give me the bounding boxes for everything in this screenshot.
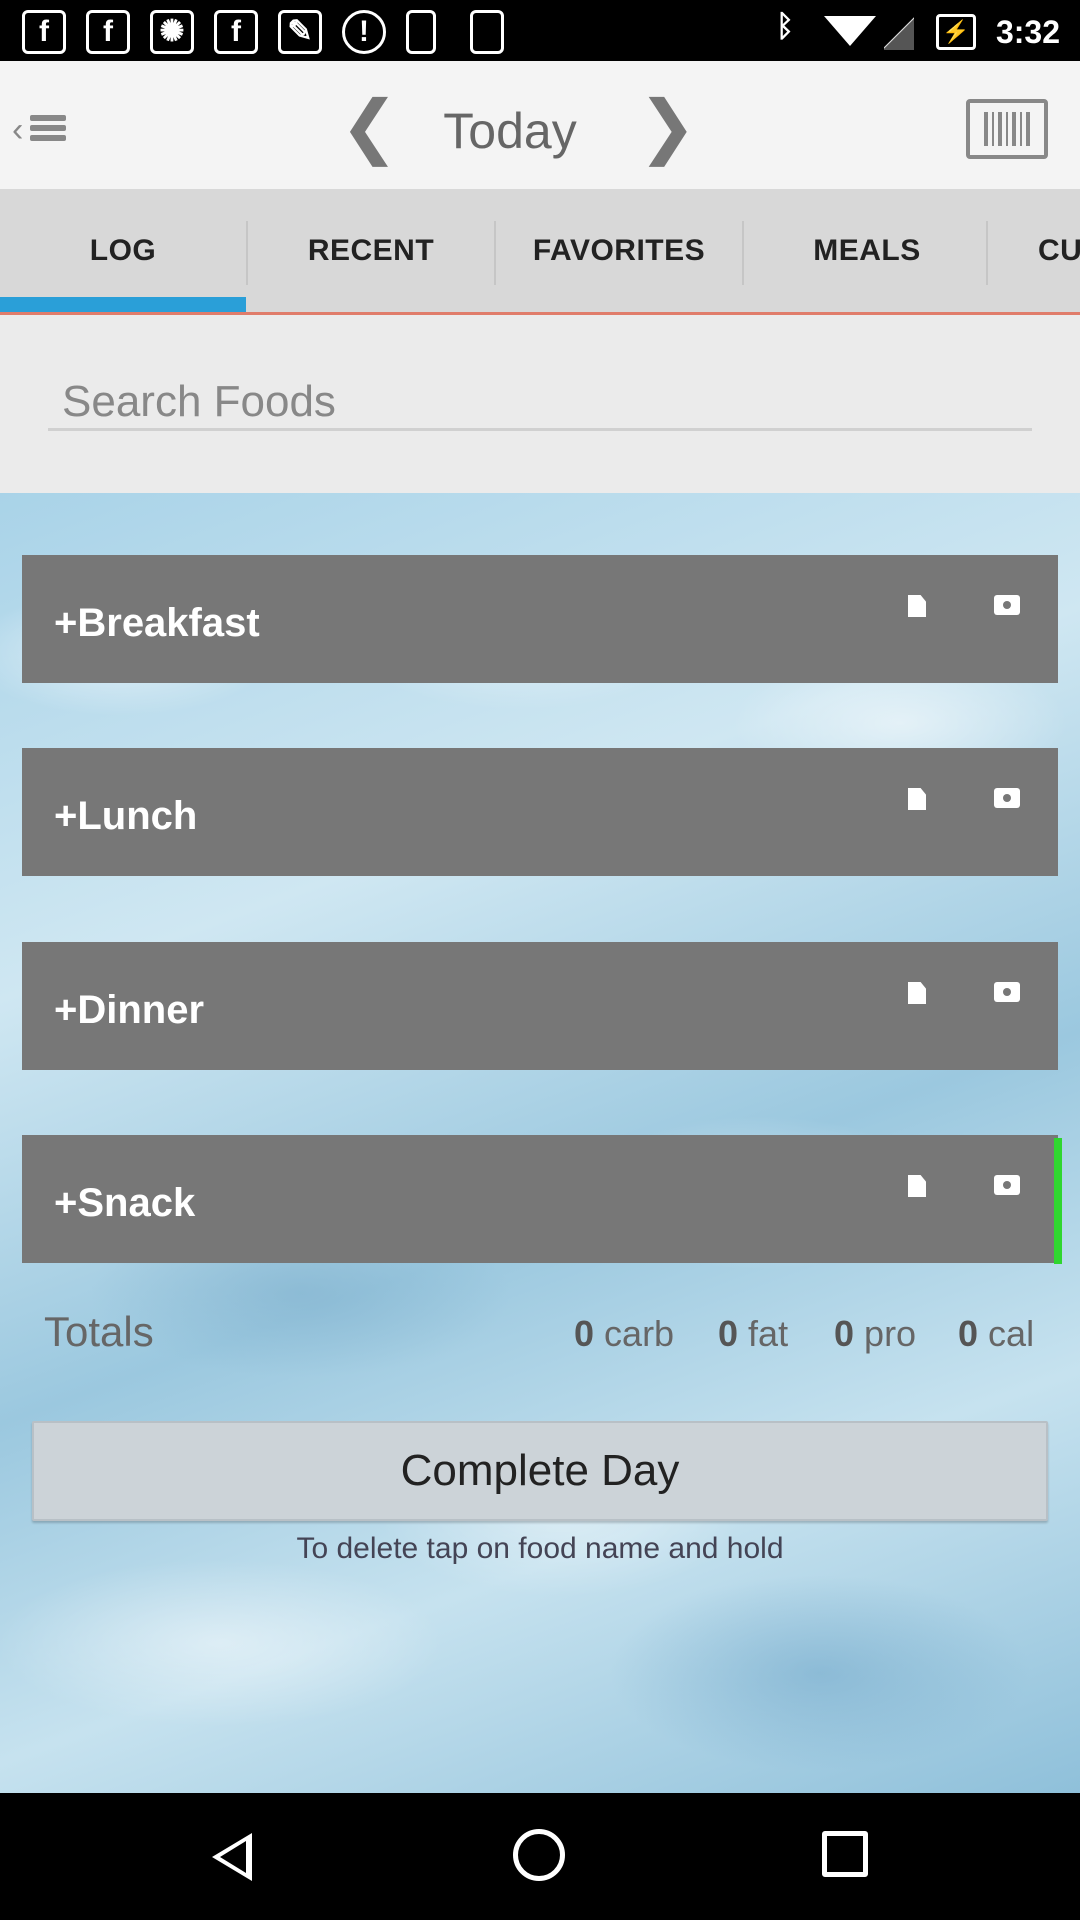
note-icon[interactable] — [908, 982, 926, 1004]
tab-log[interactable]: LOG — [0, 189, 246, 312]
carb-value: 0 — [574, 1313, 595, 1354]
note-icon[interactable] — [908, 788, 926, 810]
recent-apps-icon[interactable] — [822, 1831, 868, 1877]
barcode-line — [1006, 112, 1008, 146]
camera-icon[interactable] — [994, 788, 1020, 808]
battery-charging-icon: ⚡ — [936, 14, 976, 50]
tab-meals[interactable]: MEALS — [744, 189, 990, 312]
fat-unit: fat — [748, 1313, 789, 1354]
delete-hint: To delete tap on food name and hold — [296, 1532, 784, 1565]
fat-value: 0 — [718, 1313, 739, 1354]
back-icon[interactable] — [212, 1833, 252, 1881]
home-icon[interactable] — [513, 1829, 565, 1881]
barcode-line — [1020, 112, 1022, 146]
tab-custom[interactable]: CU — [988, 189, 1080, 312]
pro-value: 0 — [834, 1313, 855, 1354]
totals-label: Totals — [44, 1308, 154, 1355]
tab-recent[interactable]: RECENT — [248, 189, 494, 312]
meal-label[interactable]: +Dinner — [54, 986, 204, 1034]
menu-icon-line — [30, 135, 66, 141]
barcode-line — [998, 112, 1002, 146]
aperture-icon: ✺ — [150, 10, 194, 54]
tab-bar: LOG RECENT FAVORITES MEALS CU — [0, 189, 1080, 315]
tab-favorites[interactable]: FAVORITES — [496, 189, 742, 312]
scrollbar[interactable] — [1054, 1138, 1062, 1264]
barcode-icon — [984, 112, 988, 146]
facebook-icon: f — [86, 10, 130, 54]
note-icon[interactable] — [908, 1175, 926, 1197]
search-input[interactable] — [48, 375, 1032, 431]
tools-icon: ✎ — [278, 10, 322, 54]
next-day-button[interactable]: ❯ — [638, 91, 697, 161]
page-title: Today — [443, 103, 577, 159]
barcode-scan-button[interactable] — [966, 99, 1048, 159]
camera-icon[interactable] — [994, 595, 1020, 615]
status-bar: f f ✺ f ✎ ! ᛒ ⚡ 3:32 — [0, 0, 1080, 61]
bluetooth-icon: ᛒ — [776, 10, 794, 43]
chevron-left-icon: ‹ — [12, 111, 24, 149]
meal-label[interactable]: +Breakfast — [54, 599, 260, 647]
phone-icon — [470, 10, 504, 54]
meal-label[interactable]: +Snack — [54, 1179, 195, 1227]
menu-icon-line — [30, 125, 66, 131]
meal-row-breakfast[interactable]: +Breakfast — [22, 555, 1058, 683]
facebook-icon: f — [22, 10, 66, 54]
fat-total: 0 fat — [718, 1313, 788, 1355]
barcode-line — [1026, 112, 1030, 146]
barcode-line — [992, 112, 994, 146]
search-area — [0, 315, 1080, 493]
info-icon: ! — [342, 10, 386, 54]
system-nav-bar — [0, 1793, 1080, 1920]
carb-total: 0 carb — [574, 1313, 674, 1355]
lock-icon — [406, 10, 436, 54]
cal-unit: cal — [988, 1313, 1035, 1354]
meal-row-dinner[interactable]: +Dinner — [22, 942, 1058, 1070]
meal-row-snack[interactable]: +Snack — [22, 1135, 1058, 1263]
previous-day-button[interactable]: ❮ — [340, 91, 399, 161]
wifi-icon — [824, 16, 876, 46]
protein-total: 0 pro — [834, 1313, 916, 1355]
clock: 3:32 — [995, 14, 1060, 50]
camera-icon[interactable] — [994, 1175, 1020, 1195]
menu-icon — [30, 115, 66, 121]
camera-icon[interactable] — [994, 982, 1020, 1002]
barcode-line — [1012, 112, 1016, 146]
meal-row-lunch[interactable]: +Lunch — [22, 748, 1058, 876]
complete-day-button[interactable]: Complete Day — [32, 1421, 1048, 1521]
cal-value: 0 — [958, 1313, 979, 1354]
carb-unit: carb — [604, 1313, 675, 1354]
note-icon[interactable] — [908, 595, 926, 617]
drawer-menu-button[interactable]: ‹ — [6, 103, 72, 153]
app-header: ‹ ❮ Today ❯ — [0, 61, 1080, 189]
selected-tab-indicator — [0, 297, 246, 312]
no-signal-icon — [884, 16, 914, 50]
meal-label[interactable]: +Lunch — [54, 792, 197, 840]
pro-unit: pro — [864, 1313, 917, 1354]
facebook-icon: f — [214, 10, 258, 54]
calorie-total: 0 cal — [958, 1313, 1034, 1355]
